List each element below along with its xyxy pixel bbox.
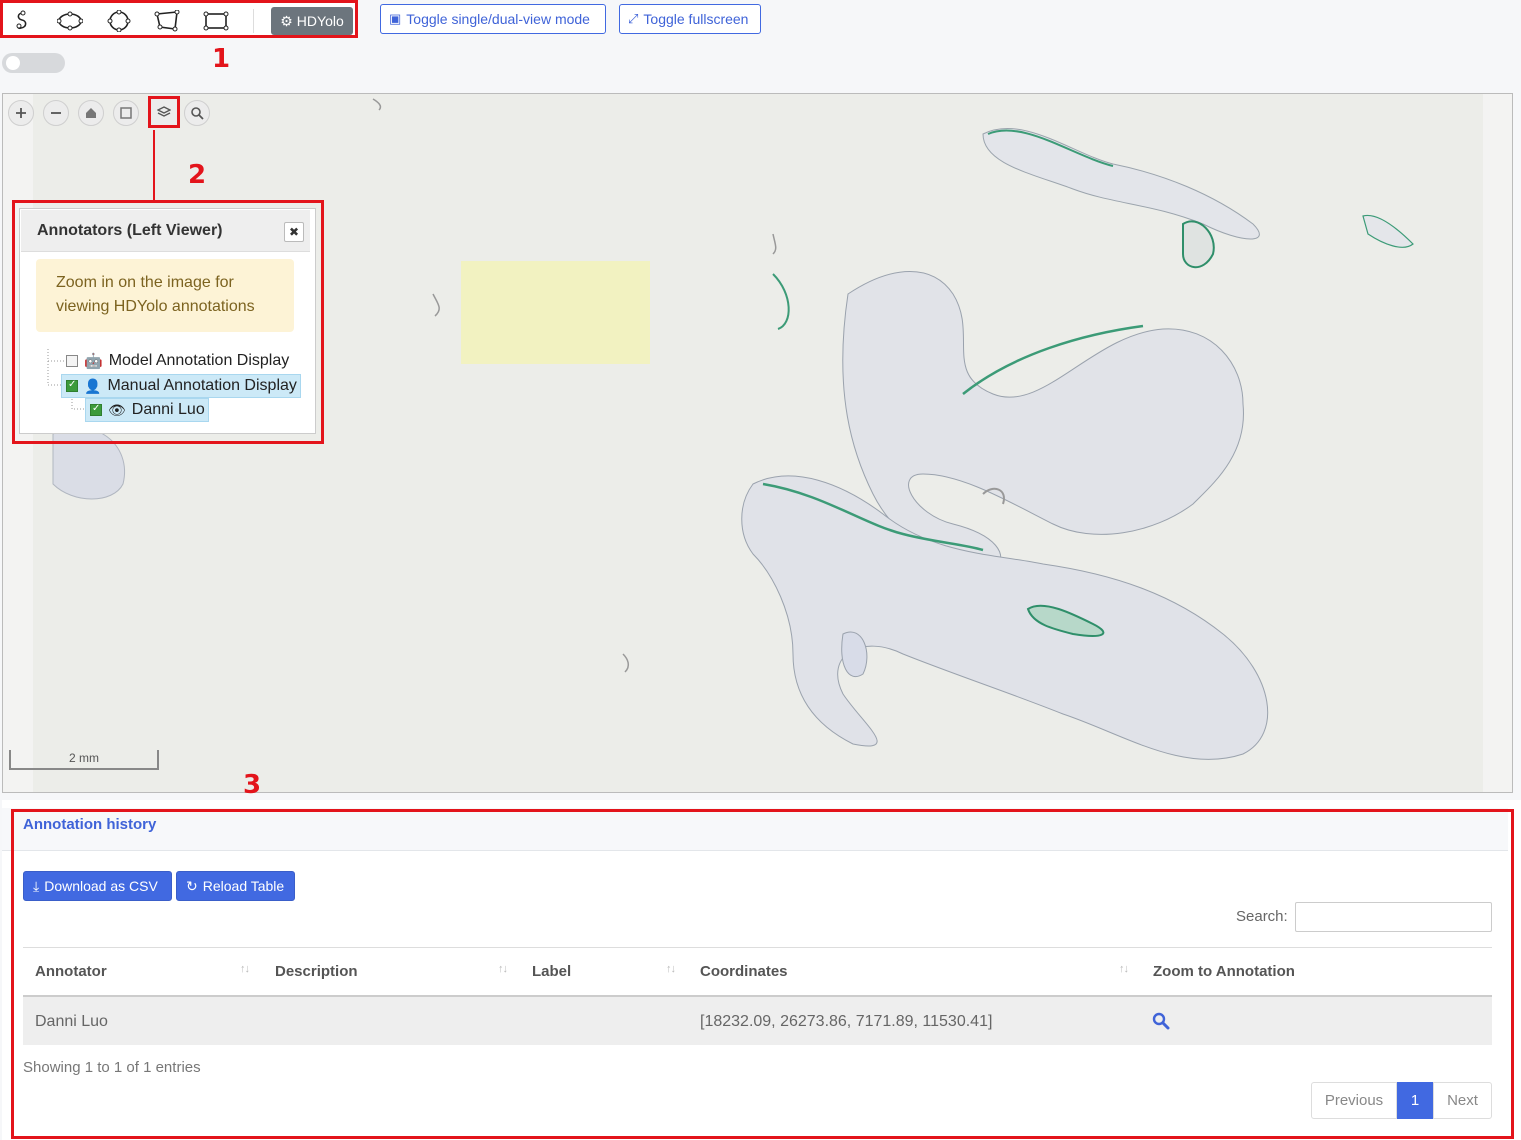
table-info: Showing 1 to 1 of 1 entries xyxy=(23,1059,201,1076)
rectangle-draw-icon[interactable] xyxy=(201,8,231,34)
magnify-icon[interactable] xyxy=(184,100,210,126)
callout-1: 1 xyxy=(212,44,231,74)
cell-coordinates: [18232.09, 26273.86, 7171.89, 11530.41] xyxy=(700,1013,993,1030)
annotation-toggle-switch[interactable] xyxy=(2,53,65,73)
reload-table-label: Reload Table xyxy=(202,878,285,894)
manual-annotation-label: Manual Annotation Display xyxy=(107,377,297,394)
fullpage-icon[interactable] xyxy=(113,100,139,126)
hdyolo-label: HDYolo xyxy=(296,13,344,29)
home-icon[interactable] xyxy=(78,100,104,126)
model-annotation-label: Model Annotation Display xyxy=(108,352,290,369)
download-icon: ⤓ xyxy=(33,877,40,894)
callout-connector xyxy=(153,130,155,200)
column-header-annotator[interactable]: Annotator xyxy=(35,963,107,980)
annotators-title: Annotators (Left Viewer) xyxy=(37,222,223,239)
tree-item-model-annotation[interactable]: 🤖 Model Annotation Display xyxy=(66,352,289,370)
drawing-toolbar: ⚙ HDYolo xyxy=(0,0,358,38)
pagination-next[interactable]: Next xyxy=(1433,1082,1492,1119)
annotators-panel: Annotators (Left Viewer) ✖ Zoom in on th… xyxy=(19,208,316,434)
toggle-fullscreen-label: Toggle fullscreen xyxy=(643,11,749,27)
robot-icon: 🤖 xyxy=(84,353,103,370)
annotation-rectangle xyxy=(461,261,650,364)
eye-icon: 👁 xyxy=(108,401,126,418)
callout-2: 2 xyxy=(188,160,207,190)
sort-icon[interactable]: ↑↓ xyxy=(1119,963,1129,975)
zoom-in-icon[interactable] xyxy=(8,100,34,126)
sort-icon[interactable]: ↑↓ xyxy=(498,963,508,975)
toggle-view-mode-label: Toggle single/dual-view mode xyxy=(406,11,590,27)
sort-icon[interactable]: ↑↓ xyxy=(240,963,250,975)
zoom-hint-alert: Zoom in on the image for viewing HDYolo … xyxy=(36,259,294,332)
expand-icon: ⤢ xyxy=(628,11,639,26)
column-header-coordinates[interactable]: Coordinates xyxy=(700,963,788,980)
freehand-draw-icon[interactable] xyxy=(7,8,37,34)
polygon-draw-icon[interactable] xyxy=(152,8,182,34)
danni-luo-checkbox[interactable] xyxy=(90,403,102,416)
toggle-knob xyxy=(6,56,20,70)
search-label: Search: xyxy=(1236,908,1288,925)
cell-annotator: Danni Luo xyxy=(35,1013,108,1030)
column-header-zoom: Zoom to Annotation xyxy=(1153,963,1295,980)
zoom-to-annotation-icon[interactable] xyxy=(1152,1012,1170,1035)
hdyolo-button[interactable]: ⚙ HDYolo xyxy=(271,7,353,35)
table-top-border xyxy=(23,947,1492,948)
column-header-label[interactable]: Label xyxy=(532,963,571,980)
reload-table-button[interactable]: ↻ Reload Table xyxy=(176,871,295,901)
model-annotation-checkbox[interactable] xyxy=(66,355,78,367)
user-icon: 👤 xyxy=(84,377,102,394)
ellipse-draw-icon[interactable] xyxy=(55,8,85,34)
gear-icon: ⚙ xyxy=(280,12,293,29)
download-csv-button[interactable]: ⤓ Download as CSV xyxy=(23,871,172,901)
images-icon: ▣ xyxy=(389,11,402,26)
pagination-previous[interactable]: Previous xyxy=(1311,1082,1397,1119)
search-input[interactable] xyxy=(1295,902,1492,932)
circle-draw-icon[interactable] xyxy=(104,8,134,34)
toggle-fullscreen-button[interactable]: ⤢ Toggle fullscreen xyxy=(619,4,761,34)
sort-icon[interactable]: ↑↓ xyxy=(666,963,676,975)
refresh-icon: ↻ xyxy=(186,877,198,894)
manual-annotation-checkbox[interactable] xyxy=(66,379,78,392)
scale-bar: 2 mm xyxy=(9,750,159,770)
tree-item-danni-luo[interactable]: 👁 Danni Luo xyxy=(85,398,209,422)
pagination-page-1[interactable]: 1 xyxy=(1397,1082,1433,1119)
column-header-description[interactable]: Description xyxy=(275,963,358,980)
toggle-view-mode-button[interactable]: ▣ Toggle single/dual-view mode xyxy=(380,4,606,34)
zoom-out-icon[interactable] xyxy=(43,100,69,126)
callout-3: 3 xyxy=(243,770,262,800)
annotators-header: Annotators (Left Viewer) ✖ xyxy=(21,210,310,252)
tree-item-manual-annotation[interactable]: 👤 Manual Annotation Display xyxy=(61,374,301,398)
close-icon[interactable]: ✖ xyxy=(284,222,304,242)
danni-luo-label: Danni Luo xyxy=(131,401,205,418)
download-csv-label: Download as CSV xyxy=(44,878,158,894)
layers-icon[interactable] xyxy=(148,96,180,128)
toolbar-divider xyxy=(253,9,254,33)
